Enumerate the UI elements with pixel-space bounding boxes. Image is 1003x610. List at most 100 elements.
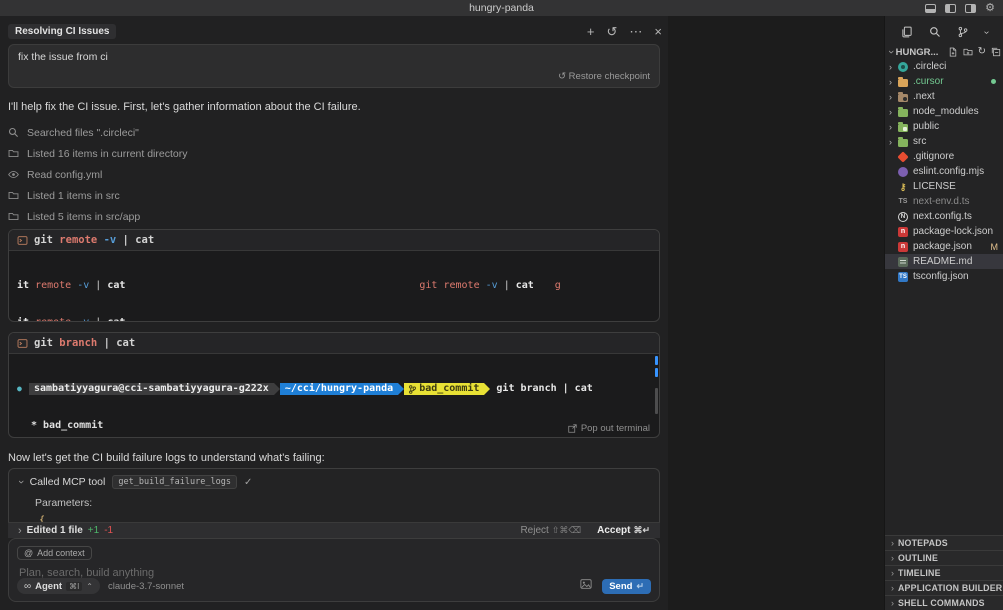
search-icon	[8, 127, 19, 138]
mcp-tool-header[interactable]: › Called MCP tool get_build_failure_logs…	[9, 469, 659, 489]
step-listed-src-app[interactable]: Listed 5 items in src/app	[8, 206, 660, 227]
tree-item-tsconfig[interactable]: TStsconfig.json	[885, 269, 1003, 284]
chat-composer[interactable]: @ Add context Plan, search, build anythi…	[8, 538, 660, 602]
new-folder-icon[interactable]	[963, 47, 973, 57]
refresh-icon[interactable]: ↻	[978, 47, 986, 57]
user-message: fix the issue from ci	[18, 51, 108, 63]
chevron-right-icon[interactable]: ›	[18, 525, 22, 537]
toggle-panel-icon[interactable]	[925, 4, 936, 13]
terminal-output: ● sambatiyyagura@cci-sambatiyyagura-g222…	[9, 354, 659, 438]
ts-icon: TS	[898, 272, 908, 282]
circleci-icon	[898, 62, 908, 72]
folder-icon	[8, 190, 19, 201]
ts-icon: TS	[898, 197, 908, 207]
new-chat-icon[interactable]: +	[587, 25, 595, 38]
chevron-down-icon[interactable]: ›	[981, 30, 992, 33]
folder-icon	[8, 148, 19, 159]
collapse-all-icon[interactable]	[991, 47, 1001, 57]
gear-icon[interactable]: ⚙	[985, 3, 995, 14]
panel-shell-commands[interactable]: ›SHELL COMMANDS	[885, 595, 1003, 610]
search-icon[interactable]	[929, 26, 941, 38]
terminal-header[interactable]: git remote -v | cat	[9, 230, 659, 251]
prompt-path-chip: ~/cci/hungry-panda	[280, 383, 398, 395]
assistant-intro-text: I'll help fix the CI issue. First, let's…	[8, 101, 361, 113]
more-icon[interactable]: ⋯	[629, 25, 642, 38]
npm-icon: n	[898, 227, 908, 237]
folder-icon	[898, 109, 908, 117]
eslint-icon	[898, 167, 908, 177]
nextjs-icon: N	[898, 212, 908, 222]
app-window: hungry-panda ⚙ Resolving CI Issues + ↺ ⋯…	[0, 0, 1003, 610]
image-icon	[580, 578, 592, 590]
scrollbar-mark	[655, 356, 658, 365]
chat-tab-title[interactable]: Resolving CI Issues	[8, 24, 116, 39]
titlebar: hungry-panda ⚙	[0, 0, 1003, 16]
terminal-output: it remote -v | catgit remote -v | catg i…	[9, 251, 659, 322]
tree-item-next-dir[interactable]: ›.next	[885, 89, 1003, 104]
agent-mode-selector[interactable]: ∞ Agent ⌘I ⌃	[17, 578, 100, 594]
tree-item-package-json[interactable]: npackage.jsonM	[885, 239, 1003, 254]
source-control-icon[interactable]	[957, 26, 969, 38]
panel-notepads[interactable]: ›NOTEPADS	[885, 535, 1003, 550]
terminal-block-git-remote: git remote -v | cat it remote -v | catgi…	[8, 229, 660, 322]
agent-shortcut: ⌘I	[66, 582, 82, 591]
model-selector[interactable]: claude-3.7-sonnet	[108, 581, 184, 592]
accept-button[interactable]: Accept⌘↵	[597, 525, 650, 536]
toggle-left-sidebar-icon[interactable]	[945, 4, 956, 13]
edited-files-bar: › Edited 1 file +1 -1 Reject⇧⌘⌫ Accept⌘↵	[8, 522, 660, 538]
tree-item-public[interactable]: ›public	[885, 119, 1003, 134]
step-listed-dir[interactable]: Listed 16 items in current directory	[8, 143, 660, 164]
folder-icon	[898, 139, 908, 147]
mcp-parameters-label: Parameters:	[9, 489, 659, 509]
tree-item-next-config[interactable]: Nnext.config.ts	[885, 209, 1003, 224]
mcp-tool-name-chip: get_build_failure_logs	[112, 475, 237, 489]
lines-added: +1	[88, 525, 99, 536]
toggle-right-sidebar-icon[interactable]	[965, 4, 976, 13]
step-listed-src[interactable]: Listed 1 items in src	[8, 185, 660, 206]
explorer-pages-icon[interactable]	[901, 26, 913, 38]
terminal-icon	[17, 235, 28, 246]
branch-current: * bad_commit	[17, 421, 651, 432]
panel-outline[interactable]: ›OUTLINE	[885, 550, 1003, 565]
prompt-dot-icon: ●	[17, 383, 29, 395]
explorer-title: HUNGR...	[896, 47, 939, 58]
folder-icon	[898, 94, 908, 102]
tool-steps: Searched files ".circleci" Listed 16 ite…	[8, 122, 660, 227]
license-key-icon: ⚷	[898, 182, 908, 192]
modified-dot	[991, 79, 996, 84]
send-button[interactable]: Send ↵	[602, 579, 651, 594]
typed-command: git branch | cat	[496, 383, 592, 395]
panel-application-builder[interactable]: ›APPLICATION BUILDER	[885, 580, 1003, 595]
assistant-outro-text: Now let's get the CI build failure logs …	[8, 452, 325, 464]
tree-item-license[interactable]: ⚷LICENSE	[885, 179, 1003, 194]
explorer-section-header[interactable]: › HUNGR... ↻	[889, 44, 1001, 60]
step-searched-files[interactable]: Searched files ".circleci"	[8, 122, 660, 143]
tree-item-eslint-config[interactable]: eslint.config.mjs	[885, 164, 1003, 179]
close-icon[interactable]: ×	[654, 25, 662, 38]
titlebar-icons: ⚙	[925, 0, 995, 16]
new-file-icon[interactable]	[948, 47, 958, 57]
tree-item-cursor[interactable]: ›.cursor	[885, 74, 1003, 89]
tree-item-readme[interactable]: README.md	[885, 254, 1003, 269]
user-message-box[interactable]: fix the issue from ci ↺ Restore checkpoi…	[8, 44, 660, 88]
tree-item-node-modules[interactable]: ›node_modules	[885, 104, 1003, 119]
history-icon[interactable]: ↺	[607, 25, 618, 38]
attach-image-button[interactable]	[580, 577, 592, 595]
chevron-down-icon: ›	[885, 50, 897, 54]
sidebar-activity-icons: ›	[885, 22, 1003, 42]
panel-timeline[interactable]: ›TIMELINE	[885, 565, 1003, 580]
reject-button[interactable]: Reject⇧⌘⌫	[520, 525, 581, 536]
check-icon: ✓	[244, 477, 252, 488]
pop-out-terminal-button[interactable]: Pop out terminal	[568, 423, 650, 434]
terminal-header[interactable]: git branch | cat	[9, 333, 659, 354]
restore-checkpoint-button[interactable]: ↺ Restore checkpoint	[558, 71, 650, 82]
tree-item-package-lock[interactable]: npackage-lock.json	[885, 224, 1003, 239]
tree-item-next-env[interactable]: TSnext-env.d.ts	[885, 194, 1003, 209]
add-context-button[interactable]: @ Add context	[17, 546, 92, 560]
tree-item-circleci[interactable]: ›.circleci	[885, 59, 1003, 74]
tree-item-gitignore[interactable]: .gitignore	[885, 149, 1003, 164]
tree-item-src[interactable]: ›src	[885, 134, 1003, 149]
right-sidebar: › › HUNGR... ↻ ›.circleci ›.cursor ›.nex…	[884, 16, 1003, 610]
step-read-config[interactable]: Read config.yml	[8, 164, 660, 185]
scrollbar-thumb[interactable]	[655, 388, 658, 414]
